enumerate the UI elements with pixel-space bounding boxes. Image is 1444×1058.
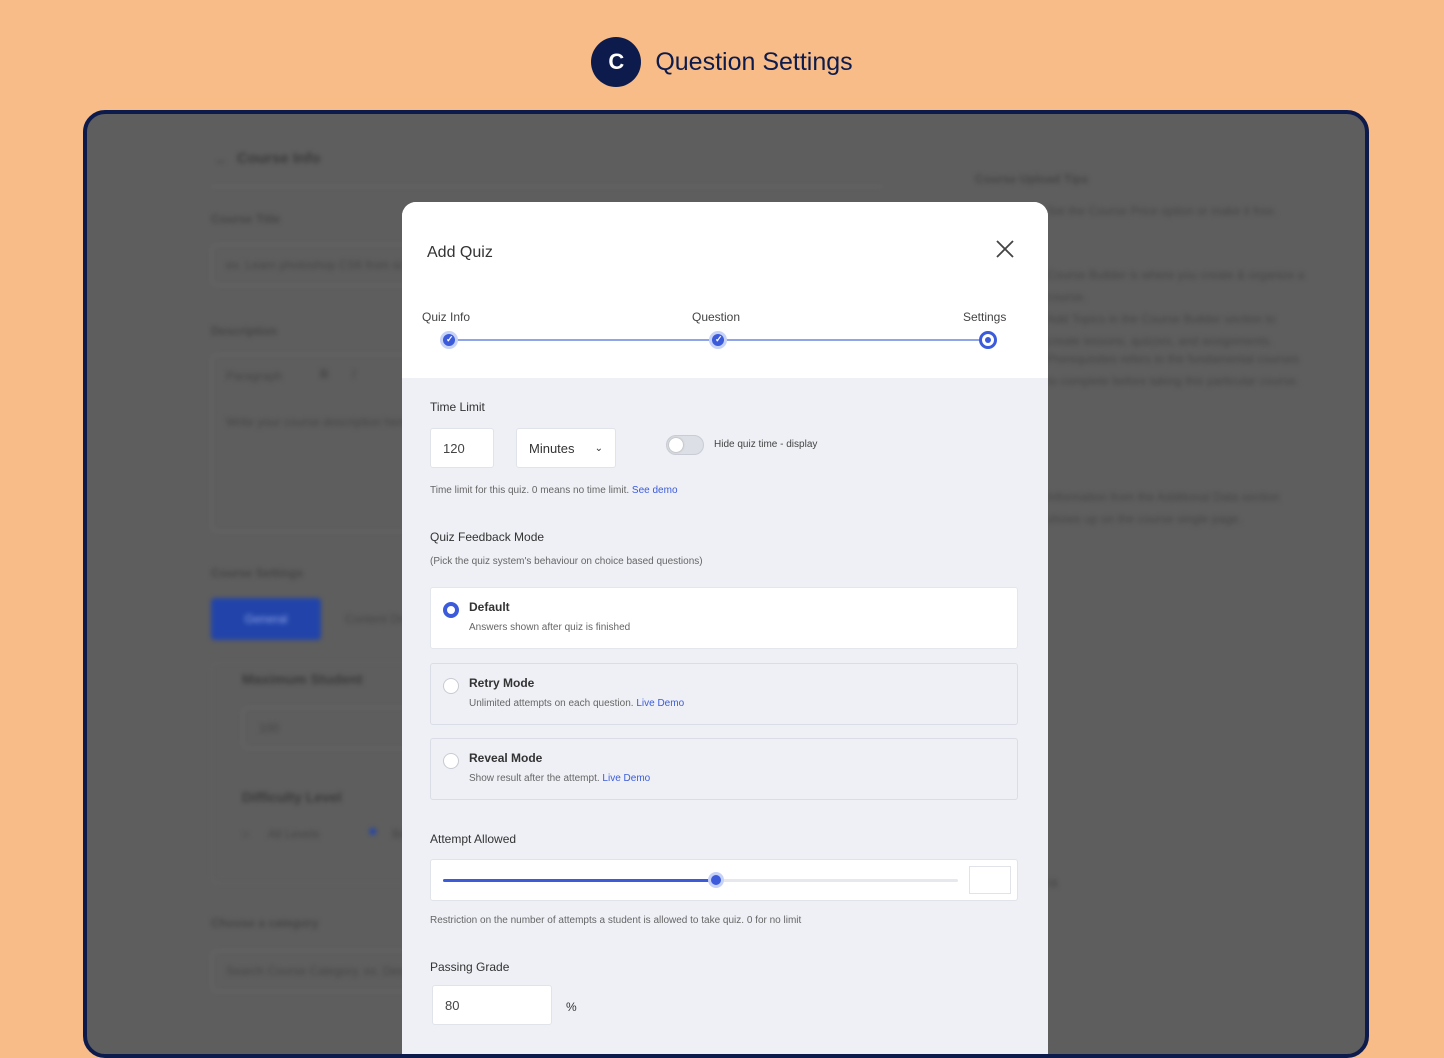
- hide-time-toggle[interactable]: [666, 435, 704, 455]
- attempts-slider-handle[interactable]: [707, 872, 724, 888]
- attempts-slider-box: [430, 859, 1018, 901]
- difficulty-all-radio[interactable]: ○: [242, 827, 249, 841]
- check-icon: ✓: [446, 334, 454, 344]
- feedback-mode-hint: (Pick the quiz system's behaviour on cho…: [430, 556, 703, 567]
- tip-item: Add Topics in the Course Builder section…: [1047, 312, 1276, 348]
- tip-item: Information from the Additional Data sec…: [1047, 490, 1280, 526]
- tab-general[interactable]: General: [211, 598, 321, 640]
- step-quiz-info[interactable]: ✓: [440, 331, 458, 349]
- radio-retry[interactable]: [443, 678, 459, 694]
- app-frame: ← Course Info Course Title ex. Learn pho…: [83, 110, 1369, 1058]
- attempts-label: Attempt Allowed: [430, 832, 517, 846]
- option-desc: Show result after the attempt.: [469, 773, 600, 784]
- option-desc: Answers shown after quiz is finished: [469, 622, 631, 633]
- live-demo-link[interactable]: Live Demo: [602, 773, 650, 784]
- max-student-label: Maximum Student: [242, 671, 363, 687]
- option-title: Retry Mode: [469, 676, 535, 690]
- passing-grade-label: Passing Grade: [430, 960, 510, 974]
- percent-suffix: %: [566, 1000, 577, 1014]
- attempts-hint: Restriction on the number of attempts a …: [430, 915, 802, 926]
- category-label: Choose a category: [211, 916, 319, 930]
- passing-grade-input[interactable]: 80: [432, 985, 552, 1025]
- page-header: C Question Settings: [0, 36, 1444, 88]
- feedback-option-default[interactable]: Default Answers shown after quiz is fini…: [430, 587, 1018, 649]
- option-title: Reveal Mode: [469, 751, 543, 765]
- time-limit-label: Time Limit: [430, 400, 485, 414]
- time-unit-value: Minutes: [529, 440, 575, 456]
- bold-icon[interactable]: B: [320, 367, 329, 381]
- time-limit-hint: Time limit for this quiz. 0 means no tim…: [430, 485, 678, 496]
- time-limit-hint-text: Time limit for this quiz. 0 means no tim…: [430, 485, 630, 496]
- time-limit-input[interactable]: 120: [430, 428, 494, 468]
- option-title: Default: [469, 600, 510, 614]
- step-progress: Quiz Info Question Settings ✓ ✓: [402, 302, 1048, 362]
- modal-header: Add Quiz Quiz Info Question Settings ✓ ✓: [402, 202, 1048, 378]
- option-desc-wrap: Unlimited attempts on each question. Liv…: [469, 698, 684, 709]
- tip-item: Course Builder is where you create & org…: [1047, 268, 1305, 304]
- time-unit-select[interactable]: Minutes ⌄: [516, 428, 616, 468]
- close-icon[interactable]: [994, 238, 1016, 260]
- modal-title: Add Quiz: [427, 244, 493, 261]
- course-settings-label: Course Settings: [211, 566, 304, 580]
- description-placeholder: Write your course description here...: [226, 415, 419, 429]
- attempts-slider-track[interactable]: [443, 872, 958, 888]
- difficulty-label: Difficulty Level: [242, 789, 342, 805]
- see-demo-link[interactable]: See demo: [632, 485, 678, 496]
- tips-title: Course Upload Tips: [975, 172, 1089, 186]
- option-desc-wrap: Show result after the attempt. Live Demo: [469, 773, 650, 784]
- course-title-placeholder: ex. Learn photoshop CS6 from scratch: [226, 258, 432, 272]
- attempts-slider-fill: [443, 879, 716, 882]
- paragraph-select[interactable]: Paragraph: [226, 369, 282, 383]
- feedback-mode-label: Quiz Feedback Mode: [430, 530, 545, 544]
- divider: [211, 186, 883, 187]
- attempts-value-input[interactable]: [969, 866, 1011, 894]
- tip-item: Set the Course Price option or make it f…: [1047, 204, 1278, 218]
- chevron-down-icon: ⌄: [594, 442, 603, 454]
- hide-time-label: Hide quiz time - display: [714, 439, 818, 450]
- tip-item: Prerequisites refers to the fundamental …: [1047, 352, 1300, 388]
- radio-default[interactable]: [443, 602, 459, 618]
- difficulty-all-label: All Levels: [268, 827, 320, 841]
- category-placeholder: Search Course Category. ex. Design: [226, 964, 421, 978]
- course-title-label: Course Title: [211, 212, 281, 226]
- add-quiz-modal: Add Quiz Quiz Info Question Settings ✓ ✓…: [402, 202, 1048, 1054]
- option-desc: Unlimited attempts on each question.: [469, 698, 634, 709]
- italic-icon[interactable]: I: [352, 367, 355, 381]
- difficulty-beginner-radio[interactable]: ●: [368, 823, 378, 841]
- header-badge: C: [591, 37, 642, 87]
- description-label: Description: [211, 324, 278, 338]
- step-settings[interactable]: [979, 331, 997, 349]
- step-label-quiz-info: Quiz Info: [422, 310, 471, 324]
- feedback-option-reveal[interactable]: Reveal Mode Show result after the attemp…: [430, 738, 1018, 800]
- radio-reveal[interactable]: [443, 753, 459, 769]
- back-arrow-icon[interactable]: ←: [215, 152, 228, 167]
- step-label-settings: Settings: [963, 310, 1007, 324]
- back-title: Course Info: [237, 150, 321, 167]
- step-question[interactable]: ✓: [709, 331, 727, 349]
- max-student-value: 100: [259, 721, 280, 735]
- live-demo-link[interactable]: Live Demo: [636, 698, 684, 709]
- check-icon: ✓: [715, 334, 723, 344]
- feedback-option-retry[interactable]: Retry Mode Unlimited attempts on each qu…: [430, 663, 1018, 725]
- header-title: Question Settings: [655, 47, 853, 76]
- step-label-question: Question: [692, 310, 741, 324]
